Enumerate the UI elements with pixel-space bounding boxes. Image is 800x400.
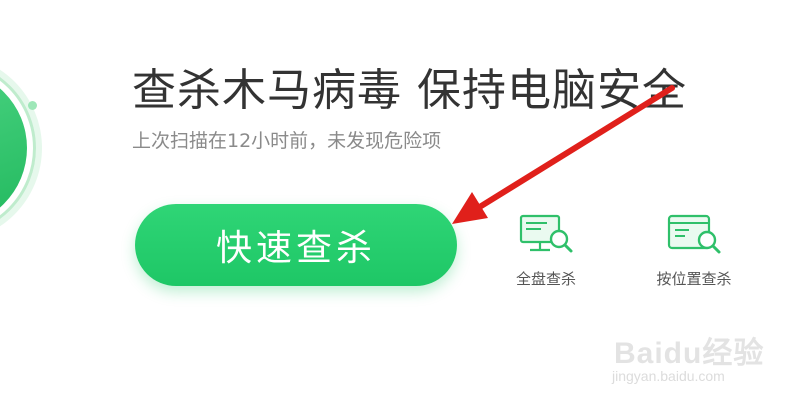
location-scan-button[interactable]: 按位置查杀 xyxy=(638,212,750,289)
full-scan-button[interactable]: 全盘查杀 xyxy=(500,212,592,289)
scan-status-text: 上次扫描在12小时前，未发现危险项 xyxy=(132,130,442,152)
shield-status-icon xyxy=(0,60,36,236)
page-title: 查杀木马病毒 保持电脑安全 xyxy=(132,65,687,116)
baidu-watermark-url: jingyan.baidu.com xyxy=(612,368,725,384)
quick-scan-button[interactable]: 快速查杀 xyxy=(135,204,457,286)
full-scan-label: 全盘查杀 xyxy=(515,270,576,288)
monitor-magnifier-icon xyxy=(519,214,573,253)
scan-panel: 查杀木马病毒 保持电脑安全 上次扫描在12小时前，未发现危险项 快速查杀 全盘查… xyxy=(0,0,800,400)
baidu-watermark-logo: Baidu经验 xyxy=(614,337,765,370)
window-magnifier-icon xyxy=(667,214,721,254)
decorative-dot xyxy=(28,101,37,110)
location-scan-label: 按位置查杀 xyxy=(656,270,732,288)
shield-status-fill xyxy=(0,69,27,227)
